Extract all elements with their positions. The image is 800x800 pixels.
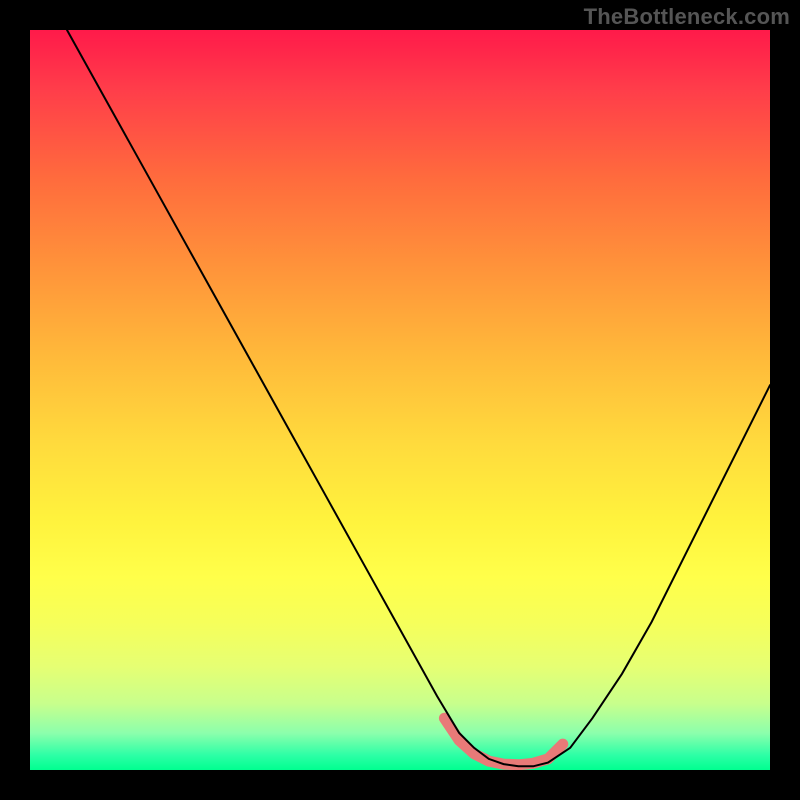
bottleneck-curve: [67, 30, 770, 766]
optimal-band-curve: [444, 718, 562, 765]
plot-area: [30, 30, 770, 770]
chart-frame: TheBottleneck.com: [0, 0, 800, 800]
curves-svg: [30, 30, 770, 770]
watermark-label: TheBottleneck.com: [584, 4, 790, 30]
